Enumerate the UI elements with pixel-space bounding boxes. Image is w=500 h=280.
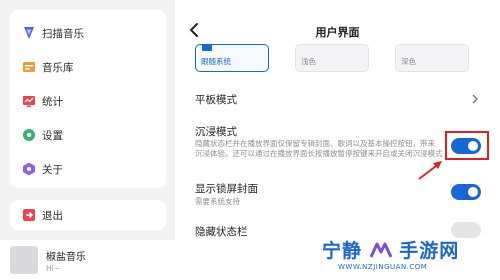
sidebar-item-label: 音乐库 bbox=[42, 61, 74, 74]
toggle-knob bbox=[468, 187, 478, 197]
theme-option-label: 跟随系统 bbox=[201, 57, 231, 66]
statistics-icon bbox=[23, 96, 35, 107]
hide-statusbar-title: 隐藏状态栏 bbox=[195, 226, 248, 238]
watermark-text: 宁静 手游网 bbox=[322, 236, 459, 263]
settings-icon bbox=[23, 129, 35, 141]
sidebar-item-music-library[interactable]: 音乐库 bbox=[10, 54, 166, 80]
music-library-icon bbox=[23, 62, 35, 72]
exit-icon bbox=[23, 209, 35, 221]
exit-button[interactable]: 退出 bbox=[10, 202, 166, 228]
sidebar-item-settings[interactable]: 设置 bbox=[10, 122, 166, 148]
sidebar-item-label: 关于 bbox=[42, 163, 63, 176]
theme-option-dark[interactable]: 深色 bbox=[395, 44, 469, 72]
sidebar-item-scan-music[interactable]: 扫描音乐 bbox=[10, 20, 166, 46]
tablet-mode-title: 平板模式 bbox=[195, 94, 237, 106]
theme-option-light[interactable]: 浅色 bbox=[295, 44, 369, 72]
sidebar-item-statistics[interactable]: 统计 bbox=[10, 88, 166, 114]
exit-card: 退出 bbox=[10, 200, 166, 230]
exit-label: 退出 bbox=[42, 209, 63, 222]
immersive-mode-desc-line2: 沉浸体验。还可以通过在播放界面长按播放暂停按键来开启或关闭沉浸模式 bbox=[195, 149, 443, 158]
mini-player[interactable]: 椒盐音乐 Hi~ bbox=[0, 240, 175, 280]
theme-option-label: 浅色 bbox=[301, 57, 316, 66]
watermark-text-left: 宁静 bbox=[322, 240, 363, 262]
about-icon bbox=[23, 162, 35, 176]
theme-preview-icon bbox=[202, 45, 212, 51]
annotation-highlight-box bbox=[445, 131, 489, 160]
sidebar: 扫描音乐 音乐库 统计 设置 关于 bbox=[10, 10, 166, 188]
immersive-mode-title: 沉浸模式 bbox=[195, 126, 237, 138]
theme-option-label: 深色 bbox=[401, 57, 416, 66]
player-title: 椒盐音乐 bbox=[46, 252, 86, 263]
scan-music-icon bbox=[24, 27, 34, 39]
sidebar-item-label: 统计 bbox=[42, 95, 63, 108]
album-cover bbox=[10, 246, 38, 274]
sidebar-item-about[interactable]: 关于 bbox=[10, 156, 166, 182]
sidebar-item-label: 扫描音乐 bbox=[42, 27, 84, 40]
site-watermark: 宁静 手游网 WWW.NZJINGUAN.COM bbox=[322, 236, 500, 280]
lockscreen-cover-title: 显示锁屏封面 bbox=[195, 183, 258, 195]
lockscreen-cover-toggle[interactable] bbox=[451, 184, 481, 200]
page-title: 用户界面 bbox=[315, 26, 360, 39]
watermark-text-right: 手游网 bbox=[399, 240, 460, 262]
immersive-mode-desc-line1: 隐藏状态栏并在播放界面仅保留专辑封面、歌词以及基本操控按钮，带来 bbox=[195, 139, 435, 148]
watermark-logo-icon bbox=[369, 242, 393, 258]
sidebar-item-label: 设置 bbox=[42, 129, 63, 142]
watermark-url: WWW.NZJINGUAN.COM bbox=[338, 263, 428, 271]
lockscreen-cover-desc: 需要系统支持 bbox=[195, 197, 240, 206]
annotation-arrow-icon bbox=[418, 161, 442, 180]
theme-option-follow-system[interactable]: 跟随系统 bbox=[195, 44, 269, 72]
player-subtitle: Hi~ bbox=[46, 264, 61, 273]
chevron-right-icon bbox=[472, 94, 478, 104]
